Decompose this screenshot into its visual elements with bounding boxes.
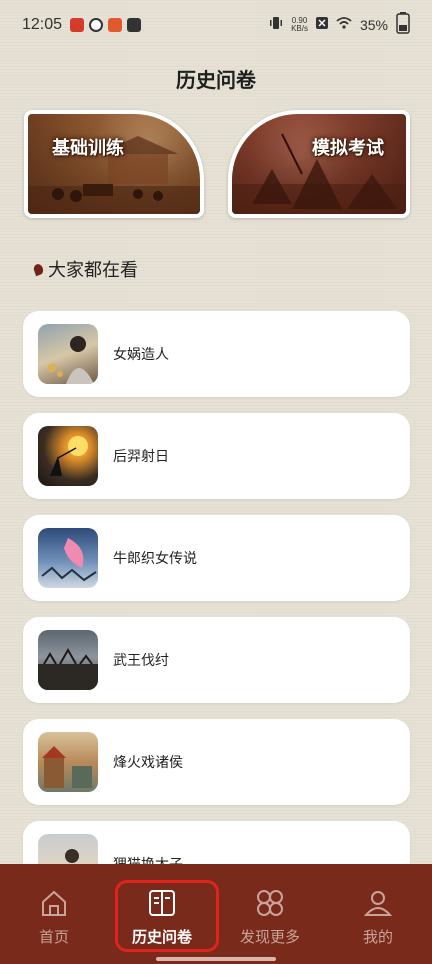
item-title: 女娲造人 (113, 347, 169, 363)
nav-discover[interactable]: 发现更多 (216, 864, 324, 964)
status-app-icons (70, 18, 142, 32)
nuwa-thumbnail (38, 324, 98, 384)
grid-icon (255, 888, 285, 922)
vibrate-icon (269, 16, 283, 34)
user-icon (363, 888, 393, 922)
nav-mine-label: 我的 (362, 928, 393, 946)
item-title: 武王伐纣 (113, 653, 169, 669)
battery-icon (396, 12, 410, 38)
item-title: 后羿射日 (113, 449, 169, 465)
bullet-icon (32, 262, 45, 276)
niulang-zhinv-thumbnail (38, 528, 98, 588)
section-title: 大家都在看 (48, 260, 138, 281)
list-item[interactable]: 烽火戏诸侯 (23, 719, 410, 805)
basic-training-banner[interactable]: 基础训练 (24, 110, 204, 218)
beacon-fire-thumbnail (38, 732, 98, 792)
item-title: 烽火戏诸侯 (113, 755, 183, 771)
app-notification-icon (127, 18, 142, 32)
status-bar: 12:05 0.90 KB/s 35% (0, 0, 432, 50)
home-indicator[interactable] (156, 957, 276, 961)
page-title: 历史问卷 (176, 68, 256, 92)
battery-level: 35% (359, 17, 388, 33)
wuwang-thumbnail (38, 630, 98, 690)
mock-exam-artwork (232, 114, 406, 214)
nav-discover-label: 发现更多 (239, 928, 300, 946)
wifi-icon (336, 17, 352, 33)
status-time: 12:05 (22, 16, 63, 33)
app-notification-icon (108, 18, 123, 32)
list-item[interactable]: 武王伐纣 (23, 617, 410, 703)
status-right: 0.90 KB/s 35% (269, 12, 410, 38)
app-notification-icon (89, 18, 104, 32)
sim-off-icon (315, 17, 328, 33)
basic-training-label: 基础训练 (52, 138, 124, 159)
home-icon (39, 888, 69, 922)
active-tab-highlight (115, 880, 219, 952)
net-speed: 0.90 KB/s (291, 16, 308, 33)
list-item[interactable]: 牛郎织女传说 (23, 515, 410, 601)
nav-home-label: 首页 (38, 928, 69, 946)
mock-exam-label: 模拟考试 (312, 138, 384, 159)
nav-mine[interactable]: 我的 (324, 864, 432, 964)
basic-training-artwork (28, 114, 200, 214)
houyi-thumbnail (38, 426, 98, 486)
mock-exam-banner[interactable]: 模拟考试 (228, 110, 410, 218)
list-item[interactable]: 后羿射日 (23, 413, 410, 499)
section-header: 大家都在看 (32, 256, 138, 282)
item-title: 牛郎织女传说 (113, 551, 197, 567)
list-item[interactable]: 女娲造人 (23, 311, 410, 397)
article-list: 女娲造人 后羿射日 牛郎织女传说 武王伐纣 烽火戏诸侯 狸猫换太子 (23, 311, 410, 923)
app-notification-icon (70, 18, 85, 32)
nav-home[interactable]: 首页 (0, 864, 108, 964)
